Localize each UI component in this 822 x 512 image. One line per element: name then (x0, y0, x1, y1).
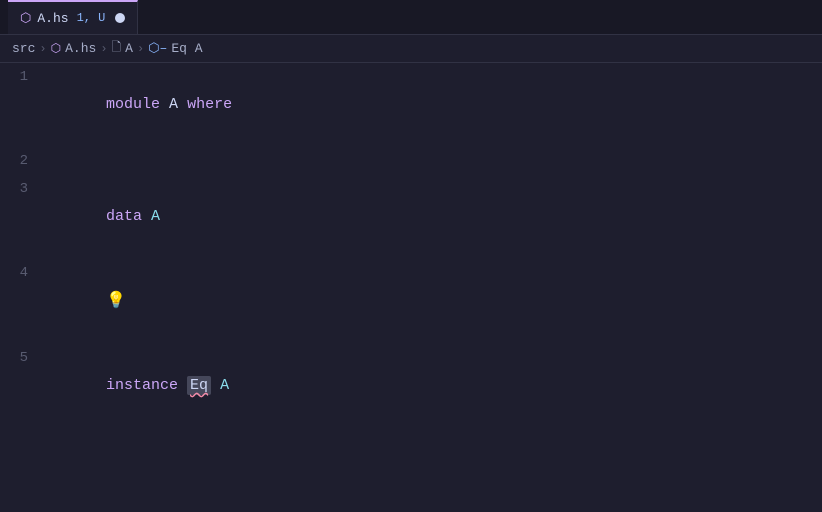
haskell-tab-icon: ⬡ (20, 11, 31, 26)
line-content-5[interactable]: instance Eq A (48, 344, 822, 428)
lightbulb-icon[interactable]: 💡 (106, 292, 126, 310)
unsaved-indicator (115, 13, 125, 23)
eq-highlighted: Eq (187, 376, 211, 395)
breadcrumb-symbol[interactable]: Eq A (171, 41, 202, 56)
line-content-4[interactable]: 💡 (48, 259, 822, 344)
line-content-3[interactable]: data A (48, 175, 822, 259)
breadcrumb-sep-1: › (39, 42, 46, 56)
line-number-2: 2 (0, 147, 48, 175)
breadcrumb-link-icon: ⬡– (148, 41, 167, 56)
space (178, 377, 187, 394)
breadcrumb-haskell-icon: ⬡ (51, 41, 61, 56)
editor-line-2: 2 (0, 147, 822, 175)
tab-a-hs[interactable]: ⬡ A.hs 1, U (8, 0, 138, 34)
keyword-instance: instance (106, 377, 178, 394)
line-number-5: 5 (0, 344, 48, 372)
line-number-3: 3 (0, 175, 48, 203)
keyword-data: data (106, 208, 142, 225)
space2 (211, 377, 220, 394)
line-content-2[interactable] (48, 147, 822, 175)
editor-line-3: 3 data A (0, 175, 822, 259)
line-number-4: 4 (0, 259, 48, 287)
tab-badge: 1, U (77, 11, 106, 25)
editor-line-5: 5 instance Eq A (0, 344, 822, 428)
eq-highlight-box: Eq (187, 376, 211, 395)
space (142, 208, 151, 225)
space (160, 96, 169, 113)
breadcrumb-sep-2: › (100, 42, 107, 56)
type-a: A (151, 208, 160, 225)
space2 (178, 96, 187, 113)
tab-filename: A.hs (37, 11, 68, 26)
module-name: A (169, 96, 178, 113)
breadcrumb-file[interactable]: A.hs (65, 41, 96, 56)
editor-line-1: 1 module A where (0, 63, 822, 147)
tab-bar: ⬡ A.hs 1, U (0, 0, 822, 35)
breadcrumb-module[interactable]: A (125, 41, 133, 56)
type-a-instance: A (220, 377, 229, 394)
breadcrumb-src[interactable]: src (12, 41, 35, 56)
breadcrumb-file-icon: 🗋 (112, 38, 122, 59)
breadcrumb-bar: src › ⬡ A.hs › 🗋 A › ⬡– Eq A (0, 35, 822, 63)
editor-line-4: 4 💡 (0, 259, 822, 344)
code-editor[interactable]: 1 module A where 2 3 data A 4 💡 5 instan… (0, 63, 822, 428)
line-content-1[interactable]: module A where (48, 63, 822, 147)
breadcrumb-sep-3: › (137, 42, 144, 56)
line-number-1: 1 (0, 63, 48, 91)
keyword-where: where (187, 96, 232, 113)
keyword-module: module (106, 96, 160, 113)
